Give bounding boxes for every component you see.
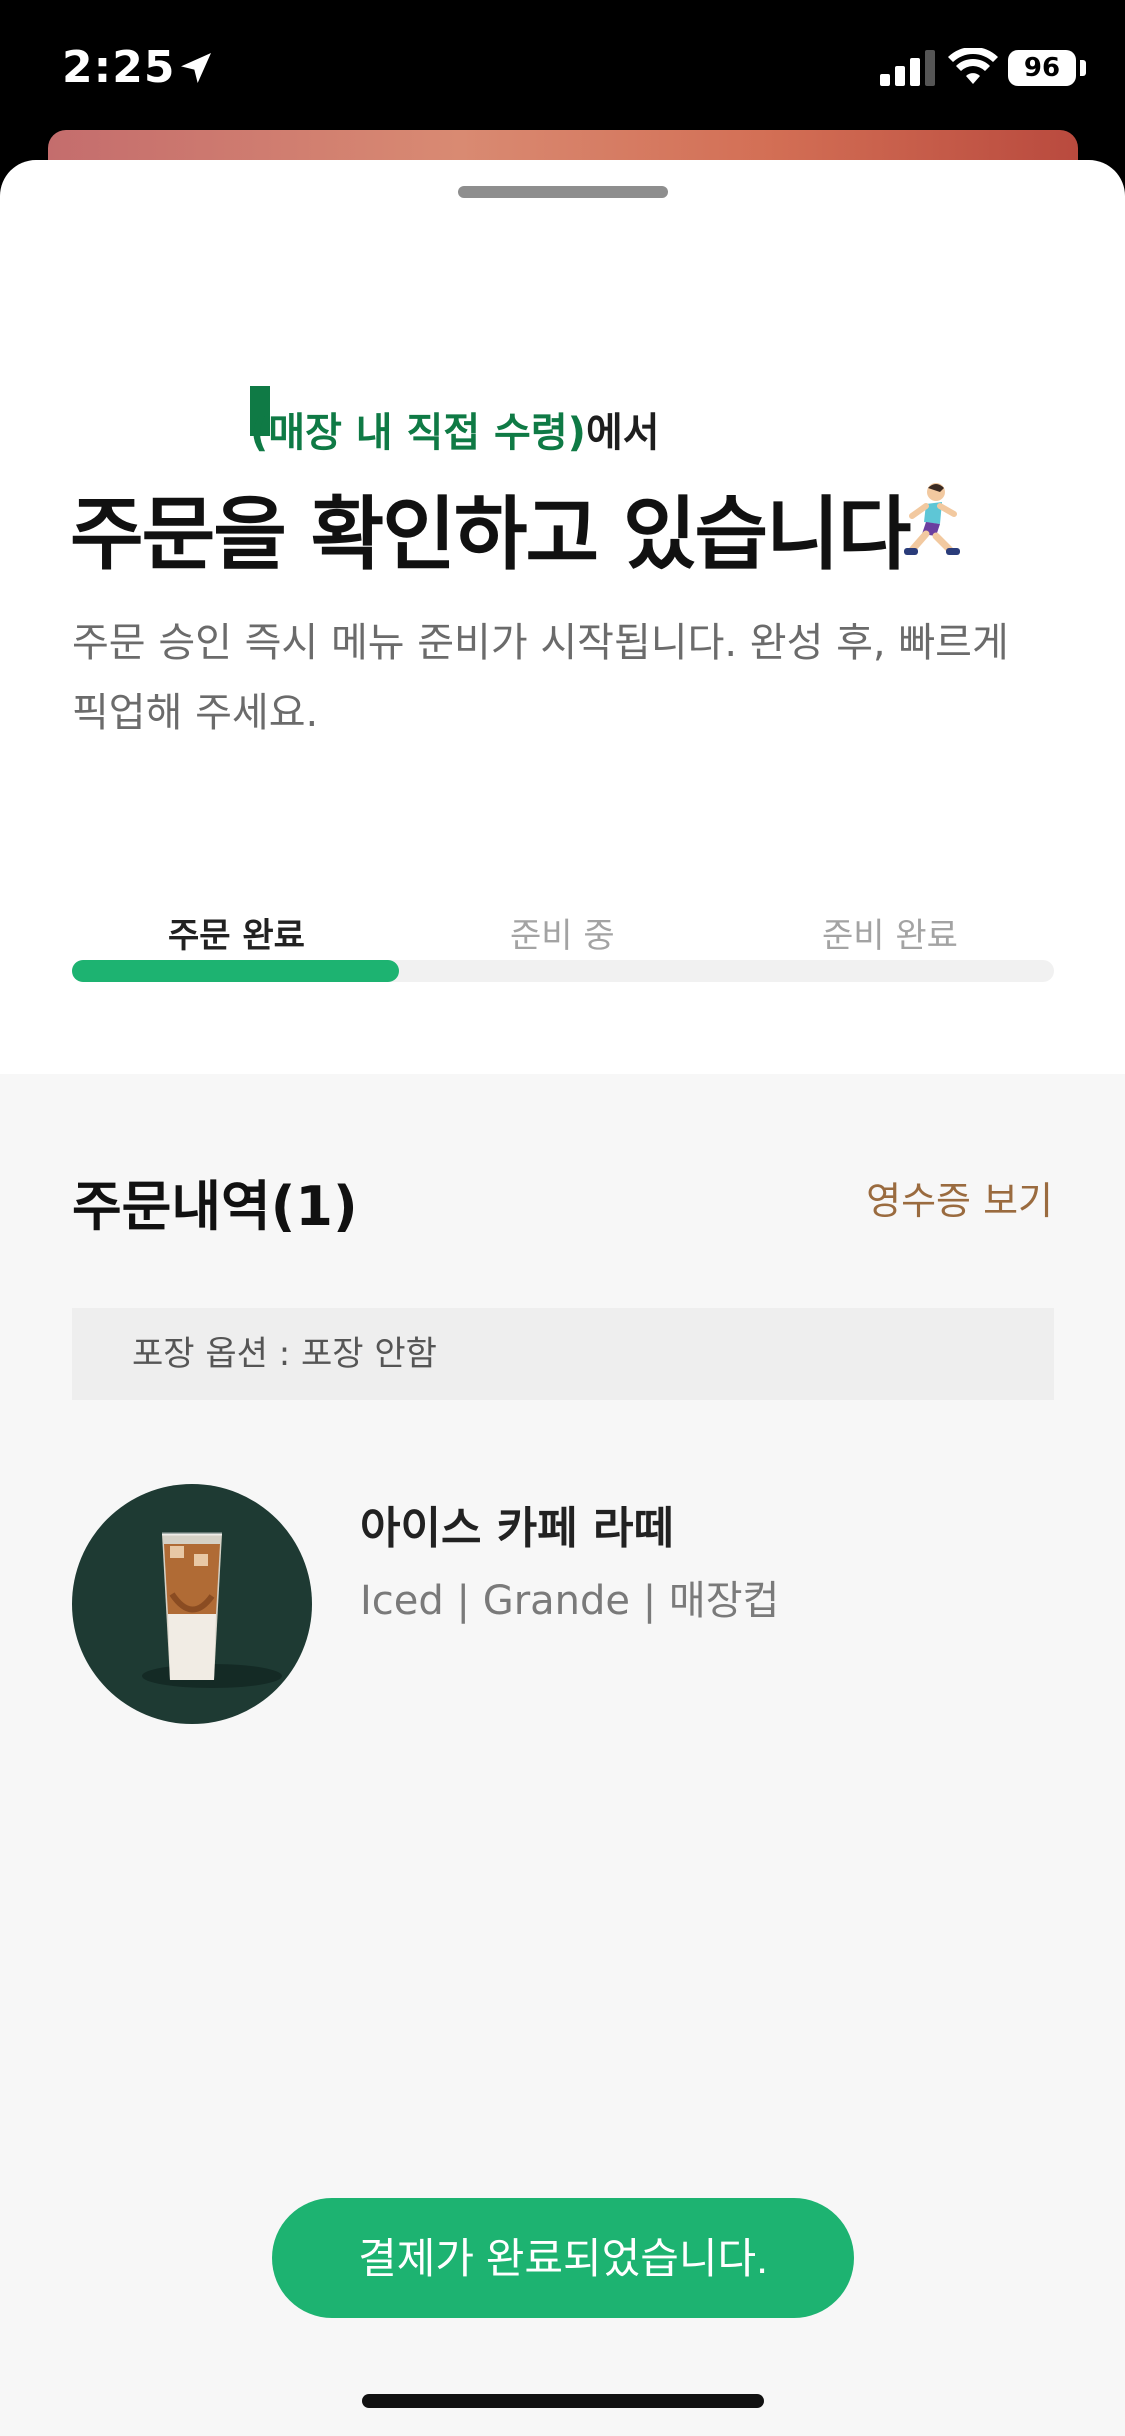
payment-complete-button[interactable]: 결제가 완료되었습니다. (272, 2198, 854, 2318)
iced-latte-cup-icon (142, 1532, 282, 1688)
wifi-icon (948, 48, 998, 84)
sheet-grabber[interactable] (458, 186, 668, 198)
item-image (72, 1484, 312, 1724)
status-description: 주문 승인 즉시 메뉴 준비가 시작됩니다. 완성 후, 빠르게 픽업해 주세요… (72, 620, 1009, 736)
step-preparing: 준비 중 (510, 916, 615, 956)
runner-emoji-icon (904, 483, 960, 555)
status-bar: 2:25 96 (0, 0, 1125, 140)
progress-fill (72, 960, 399, 982)
status-time: 2:25 (62, 42, 176, 93)
order-details-section: 주문내역(1) 영수증 보기 포장 옵션 : 포장 안함 아이스 카페 라떼 I… (0, 1074, 1125, 2436)
page-title: 주문을 확인하고 있습니다 (70, 488, 911, 581)
order-status-sheet: (매장 내 직접 수령)에서 주문을 확인하고 있습니다 주문 승인 즉시 메뉴… (0, 160, 1125, 2436)
battery-icon: 96 (1008, 50, 1076, 86)
item-name: 아이스 카페 라떼 (360, 1503, 674, 1554)
item-options: Iced | Grande | 매장컵 (360, 1578, 780, 1624)
step-order-complete: 주문 완료 (168, 916, 305, 956)
store-tail: 에서 (585, 410, 660, 456)
battery-tip (1080, 60, 1086, 76)
home-indicator[interactable] (362, 2394, 764, 2408)
location-arrow-icon (181, 53, 211, 83)
store-line: (매장 내 직접 수령)에서 (250, 400, 660, 458)
progress-track (72, 960, 1054, 982)
store-pickup-type: (매장 내 직접 수령) (250, 410, 586, 456)
view-receipt-link[interactable]: 영수증 보기 (866, 1170, 1053, 1225)
pack-option: 포장 옵션 : 포장 안함 (72, 1308, 1054, 1400)
signal-icon (880, 50, 935, 86)
order-history-title: 주문내역(1) (72, 1175, 358, 1238)
step-ready: 준비 완료 (822, 916, 958, 956)
